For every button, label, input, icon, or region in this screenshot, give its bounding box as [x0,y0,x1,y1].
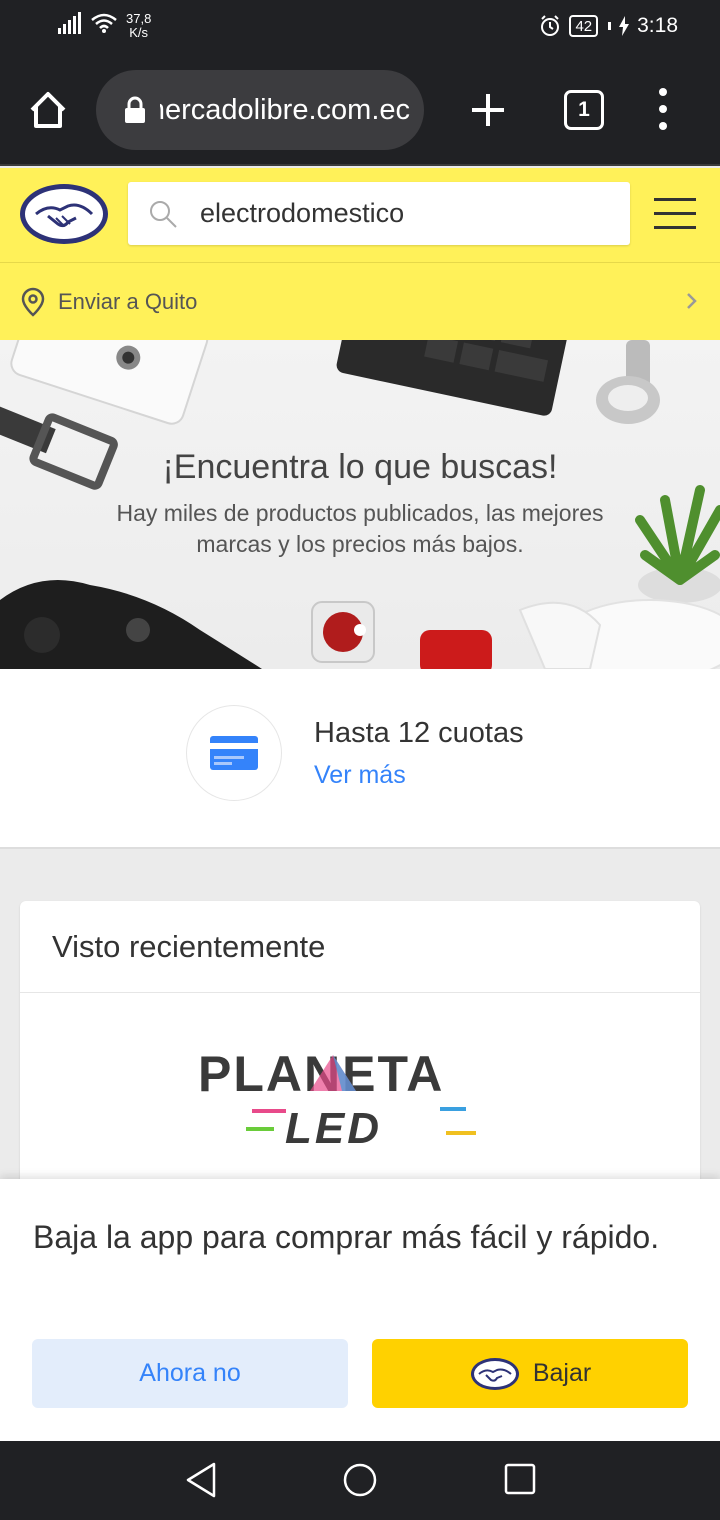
plus-icon[interactable] [464,86,512,134]
charging-icon [619,16,630,36]
installments-section: Hasta 12 cuotas Ver más [0,669,720,849]
nav-back-icon[interactable] [184,1461,218,1499]
net-speed-value: 37,8 [126,11,152,26]
promo-banner[interactable]: ¡Encuentra lo que buscas! Hay miles de p… [0,340,720,669]
installments-title: Hasta 12 cuotas [314,717,524,749]
url-text: mercadolibre.com.ec [160,93,410,126]
recently-viewed-title: Visto recientemente [52,929,326,964]
battery-level: 42 [575,17,593,35]
clock: 3:18 [637,14,678,37]
app-banner-text: Baja la app para comprar más fácil y ráp… [33,1219,660,1255]
svg-text:LED: LED [285,1104,382,1153]
deliver-label: Enviar a Quito [58,288,198,314]
address-bar[interactable]: mercadolibre.com.ec [96,70,424,150]
home-icon[interactable] [24,86,72,134]
status-right: 42 3:18 [539,14,678,38]
not-now-button[interactable]: Ahora no [32,1339,348,1408]
location-pin-icon [21,287,45,317]
not-now-label: Ahora no [139,1359,241,1387]
chevron-right-icon [687,293,697,309]
more-vert-icon[interactable] [648,84,678,134]
tab-count: 1 [578,98,590,121]
banner-subtitle: Hay miles de productos publicados, las m… [116,500,604,557]
nav-recent-icon[interactable] [504,1463,536,1495]
net-speed-unit: K/s [129,25,149,40]
battery-tip [608,22,612,30]
download-app-label: Bajar [532,1359,592,1387]
credit-card-icon [210,736,258,770]
net-speed: 37,8 K/s [126,12,151,40]
lock-icon [125,96,145,123]
ml-handshake-logo[interactable] [18,182,110,246]
download-app-button[interactable]: Bajar [372,1339,688,1408]
system-nav-bar [0,1441,720,1520]
alarm-icon [541,15,560,36]
search-icon [150,200,177,228]
status-bar: 37,8 K/s 42 3:18 [0,0,720,56]
search-input[interactable]: electrodomestico [128,182,630,245]
battery-icon: 42 [569,15,599,37]
hamburger-icon[interactable] [654,198,696,230]
divider [20,992,700,993]
ml-header: electrodomestico Enviar a Quito [0,168,720,340]
status-left: 37,8 K/s [58,12,151,40]
nav-home-icon[interactable] [342,1462,378,1498]
ml-handshake-logo [470,1357,519,1390]
wifi-icon [91,13,117,33]
installments-see-more-link[interactable]: Ver más [314,761,406,790]
search-value: electrodomestico [200,198,405,228]
browser-toolbar: mercadolibre.com.ec 1 [0,56,720,166]
tabs-icon[interactable]: 1 [564,90,604,130]
banner-title: ¡Encuentra lo que buscas! [162,448,558,486]
installments-icon-circle [186,705,282,801]
deliver-location-row[interactable]: Enviar a Quito [0,262,720,340]
signal-icon [58,12,81,34]
app-download-banner: Baja la app para comprar más fácil y ráp… [0,1179,720,1441]
